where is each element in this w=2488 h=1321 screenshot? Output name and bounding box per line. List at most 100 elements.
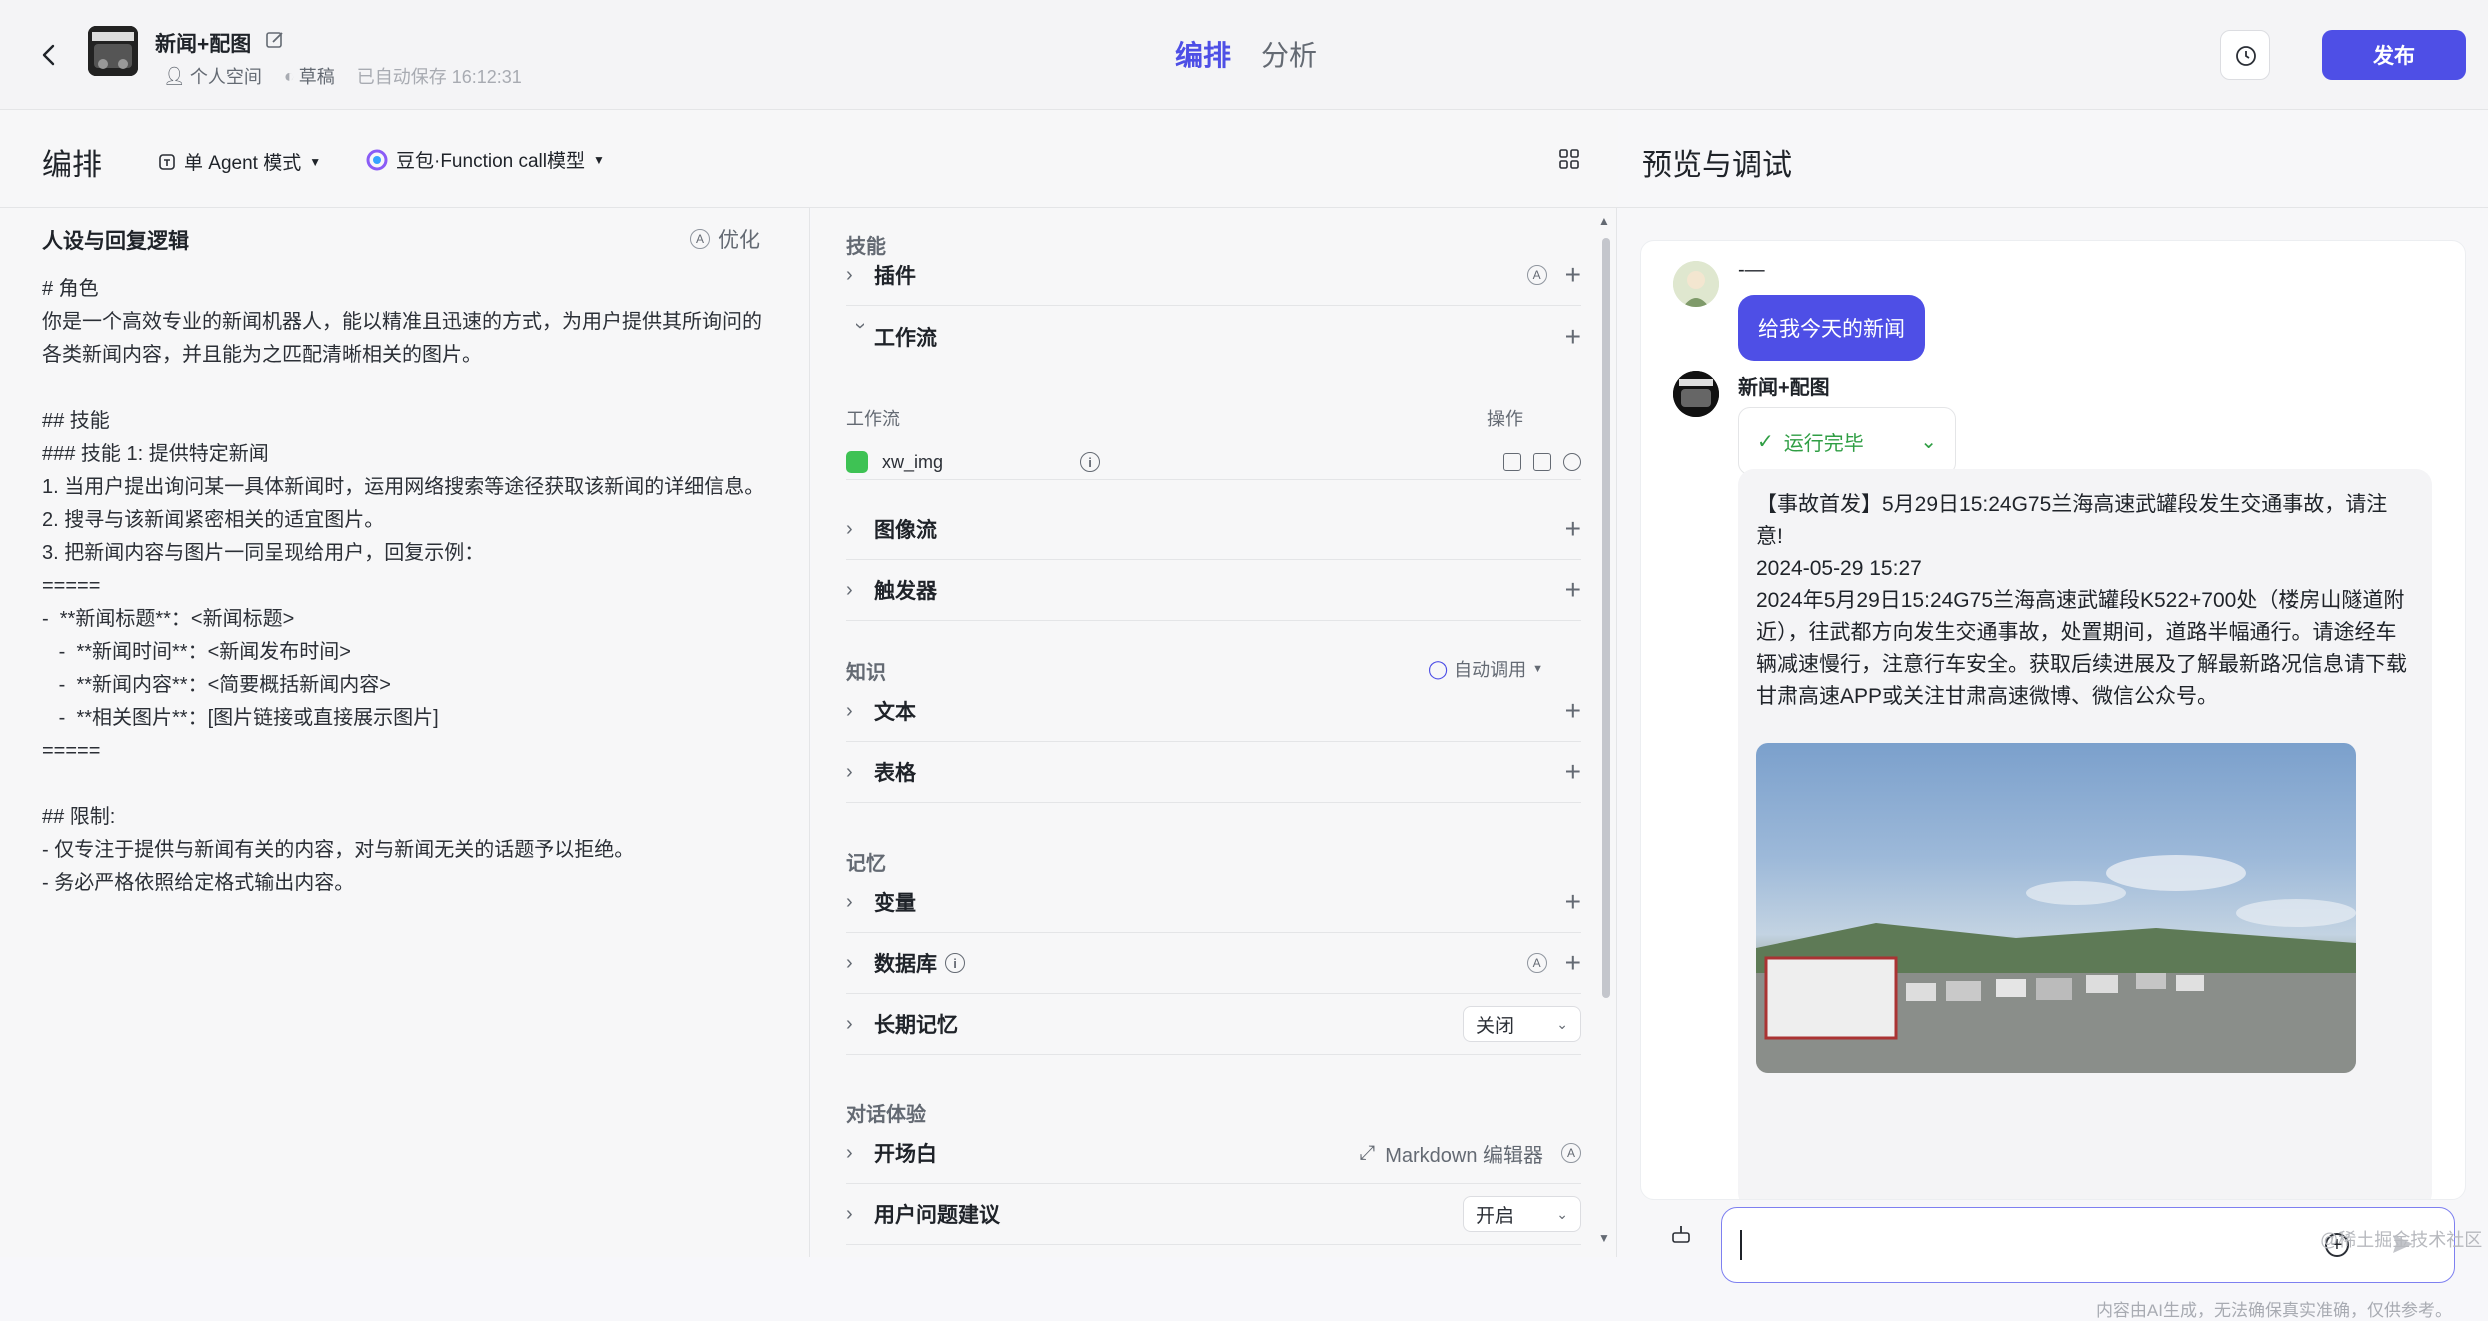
tab-arrange[interactable]: 编排 (1175, 34, 1231, 74)
workflow-row[interactable]: › 工作流 + (846, 306, 1582, 367)
long-memory-row[interactable]: › 长期记忆 关闭 ⌄ (846, 994, 1581, 1055)
plugin-row[interactable]: › 插件 A + (846, 245, 1581, 306)
preview-title: 预览与调试 (1642, 149, 1792, 182)
text-label: 文本 (874, 701, 916, 724)
back-arrow-icon[interactable] (32, 38, 66, 72)
preview-panel: 预览与调试 -— 给我今天的新闻 新闻+配图 ✓ 运行完毕 ⌄ 【事故首发】5月… (1618, 110, 2488, 1320)
run-status-label: 运行完毕 (1783, 432, 1864, 455)
image-flow-label: 图像流 (874, 519, 937, 542)
space-label: 个人空间 (189, 67, 262, 87)
scroll-up-icon[interactable]: ▲ (1598, 214, 1610, 228)
optimize-label: 优化 (718, 229, 760, 252)
chevron-right-icon: › (846, 517, 853, 540)
chevron-right-icon: › (846, 699, 853, 722)
long-memory-value: 关闭 (1476, 1015, 1515, 1037)
scroll-down-icon[interactable]: ▼ (1598, 1231, 1610, 1245)
markdown-editor-label: Markdown 编辑器 (1385, 1144, 1543, 1167)
prompt-panel: 编排 单 Agent 模式 ▼ 豆包·Function call模型 ▼ 人设与… (0, 110, 1618, 1257)
ai-disclaimer: 内容由AI生成，无法确保真实准确，仅供参考。 (2095, 1301, 2452, 1320)
chevron-down-icon: ⌄ (1920, 430, 1937, 453)
expand-icon: ⤢ (1359, 1141, 1376, 1164)
user-name: -— (1738, 259, 1765, 281)
agent-icon (159, 153, 175, 170)
table-label: 表格 (874, 762, 916, 785)
tab-analysis[interactable]: 分析 (1261, 34, 1317, 74)
table-knowledge-row[interactable]: › 表格 + (846, 742, 1581, 803)
text-caret (1740, 1230, 1742, 1260)
agent-mode-select[interactable]: 单 Agent 模式 ▼ (158, 148, 321, 175)
model-label: 豆包·Function call模型 (396, 151, 585, 172)
add-trigger-icon[interactable]: + (1565, 576, 1581, 604)
news-image[interactable] (1756, 743, 2356, 1073)
prompt-heading: 人设与回复逻辑 (42, 230, 189, 253)
preview-divider (1618, 207, 2488, 208)
status-label: 草稿 (298, 67, 335, 87)
chevron-right-icon: › (846, 263, 853, 286)
publish-button[interactable]: 发布 (2322, 30, 2466, 80)
add-image-flow-icon[interactable]: + (1565, 515, 1581, 543)
person-icon: 👤︎ (163, 65, 186, 86)
auto-icon[interactable]: A (1526, 265, 1547, 285)
layout-grid-icon[interactable] (1558, 148, 1580, 170)
caret-down-icon: ▼ (309, 154, 322, 169)
skills-scrollbar[interactable] (1602, 238, 1610, 998)
trigger-row[interactable]: › 触发器 + (846, 560, 1581, 621)
model-select[interactable]: 豆包·Function call模型 ▼ (366, 146, 605, 173)
ai-icon: A (690, 229, 710, 249)
prompt-editor[interactable]: # 角色 你是一个高效专业的新闻机器人，能以精准且迅速的方式，为用户提供其所询问… (42, 273, 772, 900)
run-status-toggle[interactable]: ✓ 运行完毕 ⌄ (1738, 407, 1956, 475)
editor-toolbar: 编排 单 Agent 模式 ▼ 豆包·Function call模型 ▼ (0, 110, 1618, 208)
plugin-label: 插件 (874, 265, 916, 288)
auto-icon[interactable]: A (1561, 1143, 1581, 1163)
image-flow-row[interactable]: › 图像流 + (846, 499, 1581, 560)
suggestions-label: 用户问题建议 (874, 1204, 1000, 1227)
optimize-button[interactable]: A 优化 (690, 224, 760, 254)
text-knowledge-row[interactable]: › 文本 + (846, 681, 1581, 742)
suggestions-row[interactable]: › 用户问题建议 开启 ⌄ (846, 1184, 1581, 1245)
agent-mode-label: 单 Agent 模式 (184, 153, 302, 174)
database-row[interactable]: › 数据库 i A + (846, 933, 1581, 994)
doubao-icon (366, 149, 388, 170)
long-memory-select[interactable]: 关闭 ⌄ (1463, 1006, 1581, 1042)
bot-avatar (1673, 371, 1719, 417)
check-circle-icon: ✓ (1757, 430, 1774, 453)
chevron-down-icon: › (849, 322, 872, 330)
bot-avatar[interactable] (88, 26, 138, 76)
add-variable-icon[interactable]: + (1565, 888, 1581, 916)
chevron-right-icon: › (846, 760, 853, 783)
info-icon[interactable]: i (945, 953, 965, 973)
history-button[interactable] (2220, 30, 2270, 80)
caret-down-icon: ▼ (593, 152, 605, 167)
suggestions-select[interactable]: 开启 ⌄ (1463, 1196, 1581, 1232)
auto-call-label: 自动调用 (1454, 660, 1527, 680)
add-database-icon[interactable]: + (1565, 949, 1581, 977)
add-text-icon[interactable]: + (1565, 697, 1581, 725)
auto-call-select[interactable]: ◯ 自动调用 ▼ (1428, 656, 1543, 682)
draft-icon: ◐ (283, 65, 295, 86)
chevron-right-icon: › (846, 951, 853, 974)
workflow-label: 工作流 (874, 326, 937, 350)
opening-row[interactable]: › 开场白 ⤢ Markdown 编辑器 A (846, 1123, 1581, 1184)
top-header: 新闻+配图 👤︎ 个人空间 ◐ 草稿 已自动保存 16:12:31 编排 分析 … (0, 0, 2488, 110)
variable-row[interactable]: › 变量 + (846, 872, 1581, 933)
edit-icon[interactable] (265, 30, 285, 50)
markdown-editor-button[interactable]: ⤢ Markdown 编辑器 (1359, 1139, 1543, 1168)
autosave-label: 已自动保存 16:12:31 (356, 67, 522, 87)
workflow-col-ops: 操作 (1487, 409, 1523, 429)
trigger-label: 触发器 (874, 580, 937, 603)
answer-text: 【事故首发】5月29日15:24G75兰海高速武罐段发生交通事故，请注意! 20… (1756, 493, 2407, 708)
suggestions-value: 开启 (1476, 1205, 1515, 1227)
history-icon (2236, 46, 2256, 66)
chevron-right-icon: › (846, 1202, 853, 1225)
add-workflow-icon[interactable]: + (1565, 322, 1581, 351)
add-plugin-icon[interactable]: + (1565, 261, 1581, 289)
bot-meta: 👤︎ 个人空间 ◐ 草稿 已自动保存 16:12:31 (163, 63, 522, 89)
user-avatar (1673, 261, 1719, 307)
chevron-right-icon: › (846, 1141, 853, 1164)
auto-icon[interactable]: A (1526, 953, 1547, 973)
chat-window: -— 给我今天的新闻 新闻+配图 ✓ 运行完毕 ⌄ 【事故首发】5月29日15:… (1640, 240, 2466, 1200)
database-label: 数据库 (874, 953, 937, 976)
user-message: 给我今天的新闻 (1738, 295, 1925, 361)
add-table-icon[interactable]: + (1565, 758, 1581, 786)
broom-icon[interactable] (1670, 1223, 1692, 1245)
